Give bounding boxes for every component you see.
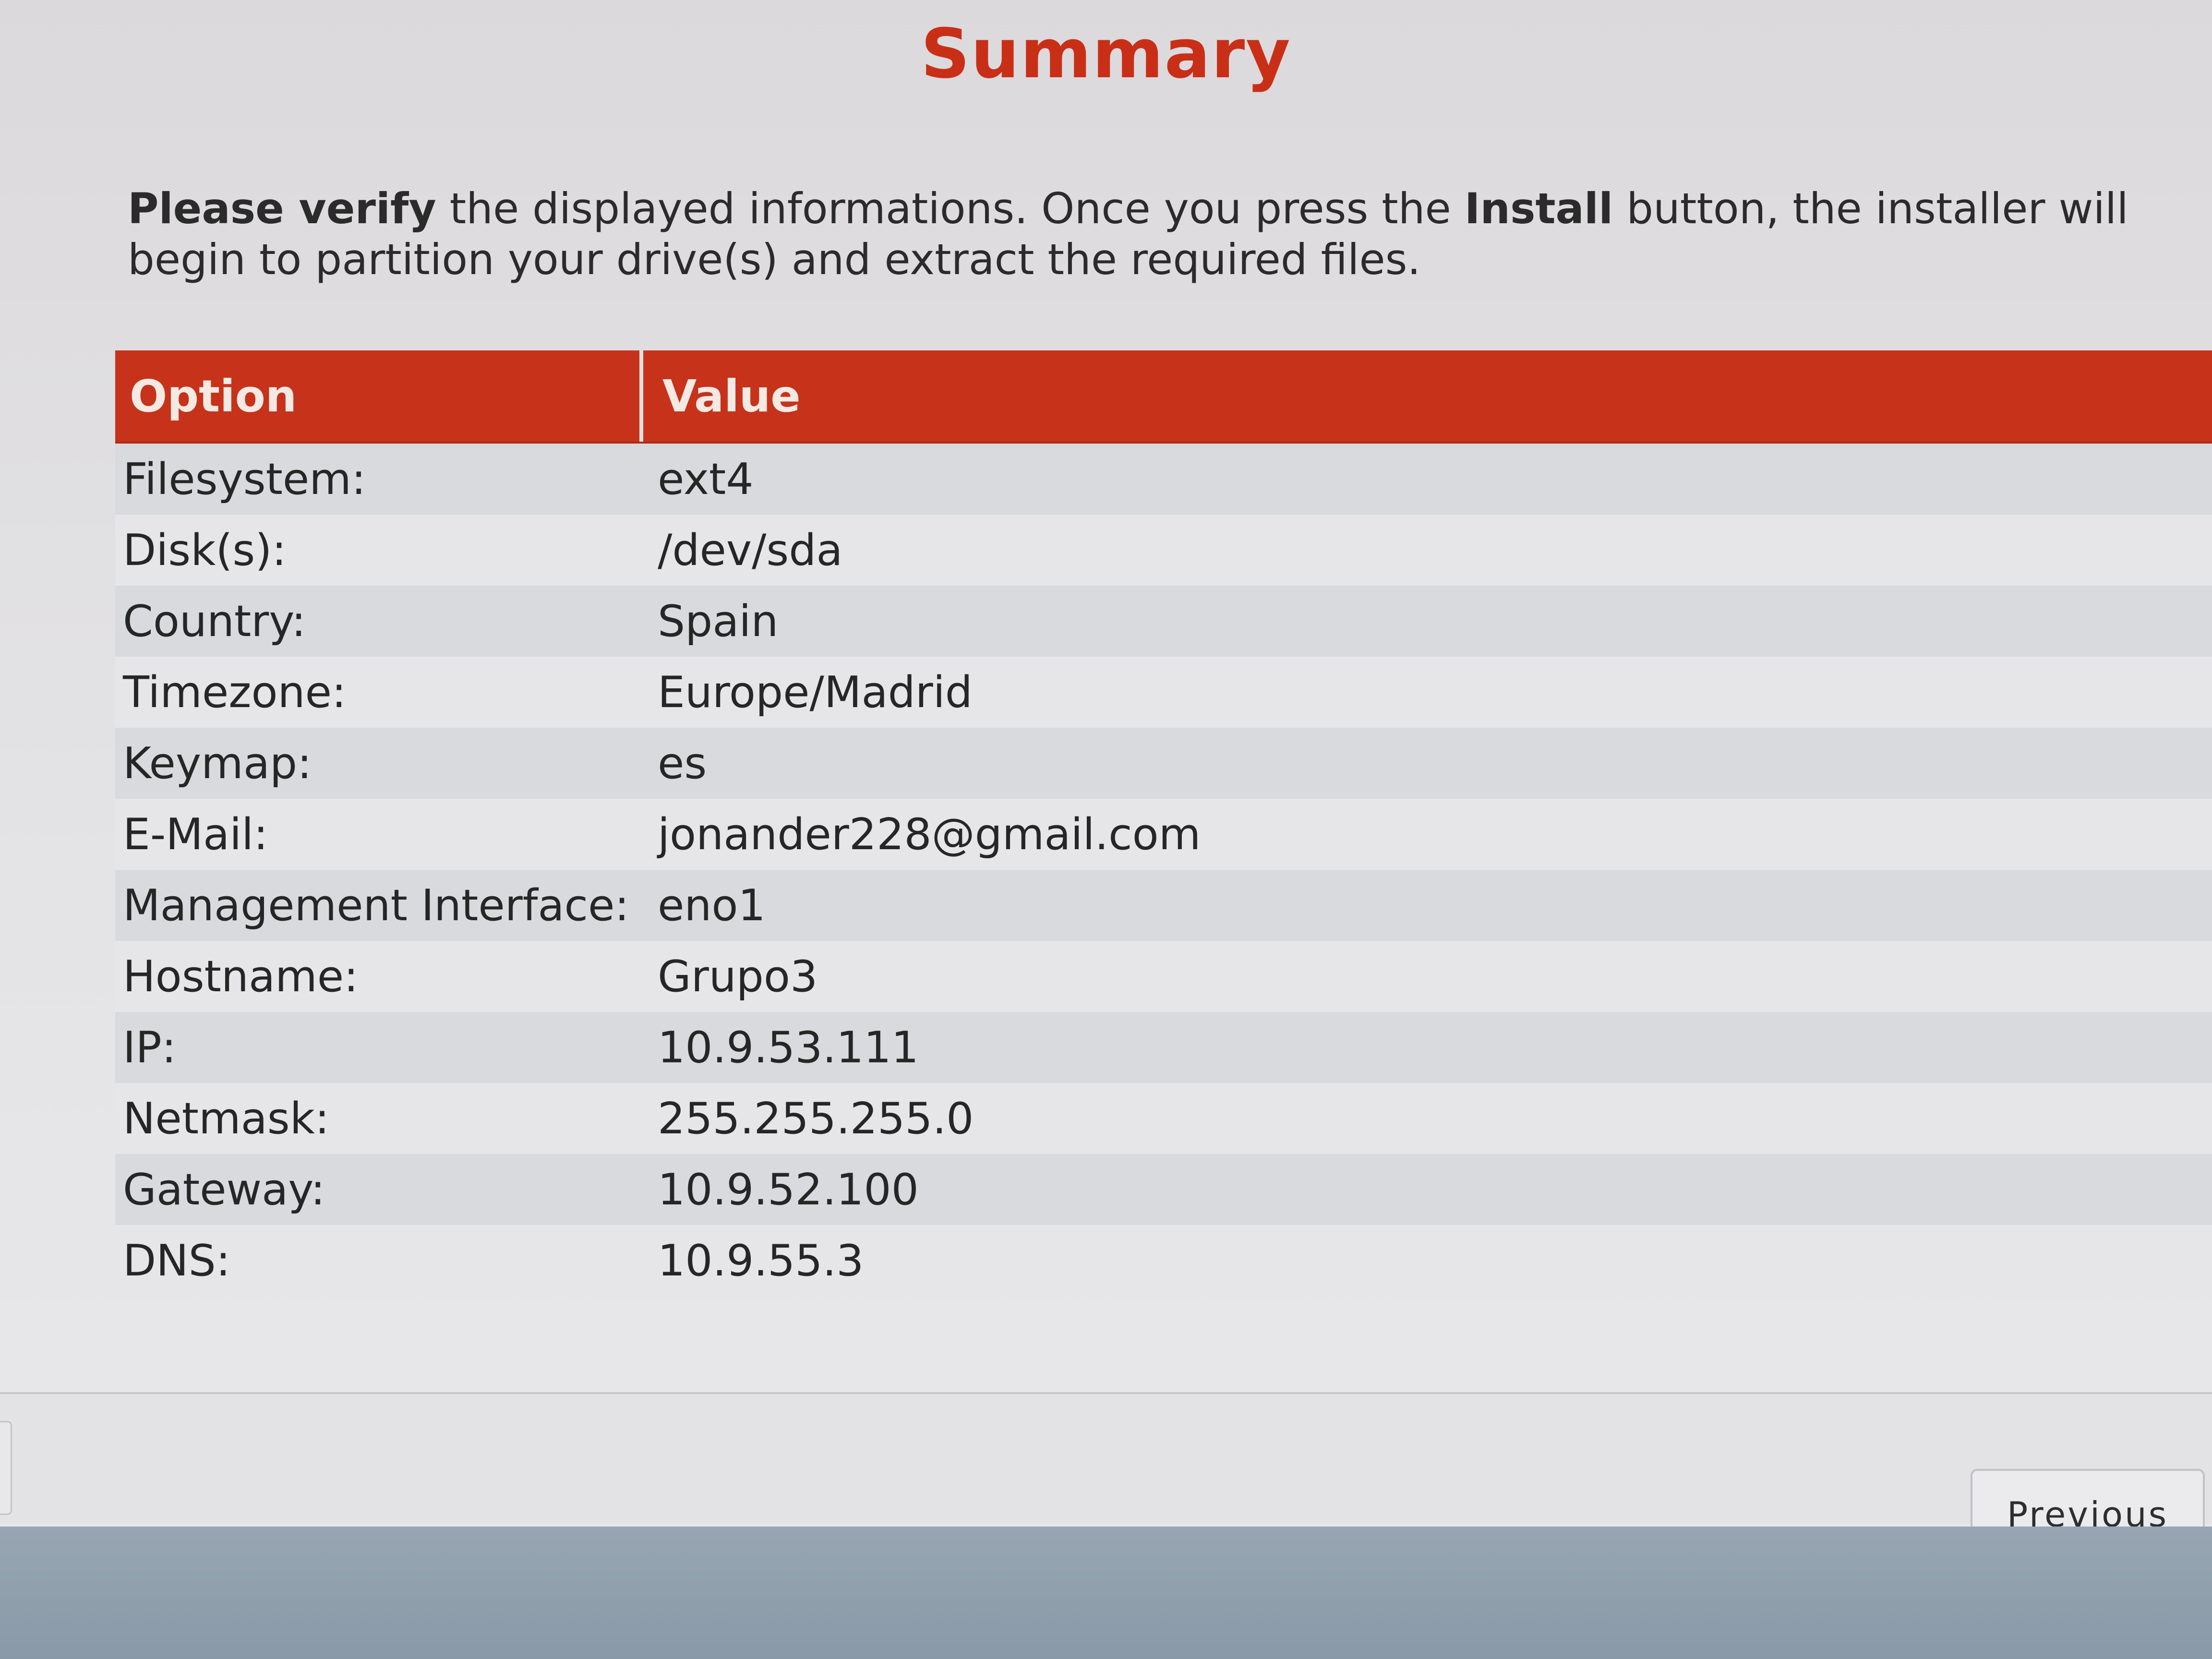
installer-screen: Summary Please verify the displayed info…: [0, 0, 2212, 1659]
intro-bold-verify: Please verify: [128, 184, 436, 233]
row-value: es: [658, 738, 707, 789]
table-row: DNS: 10.9.55.3: [115, 1225, 2212, 1296]
row-option: Country:: [123, 596, 306, 647]
table-row: Hostname: Grupo3: [115, 941, 2212, 1012]
intro-text-part1: the displayed informations. Once you pre…: [436, 184, 1465, 233]
header-option: Option: [115, 350, 643, 442]
row-option: Filesystem:: [123, 454, 366, 505]
row-option: Management Interface:: [123, 880, 629, 931]
row-value: /dev/sda: [658, 525, 843, 576]
row-option: IP:: [123, 1022, 177, 1073]
table-body: Filesystem: ext4 Disk(s): /dev/sda Count…: [115, 444, 2212, 1296]
row-option: Netmask:: [123, 1093, 330, 1144]
table-row: E-Mail: jonander228@gmail.com: [115, 799, 2212, 870]
table-row: Timezone: Europe/Madrid: [115, 657, 2212, 728]
row-value: ext4: [658, 454, 754, 505]
row-option: E-Mail:: [123, 809, 268, 860]
row-value: Grupo3: [658, 951, 818, 1002]
row-value: 10.9.55.3: [658, 1235, 864, 1286]
row-option: Hostname:: [123, 951, 359, 1002]
summary-table: Option Value Filesystem: ext4 Disk(s): /…: [115, 350, 2212, 1296]
row-option: Keymap:: [123, 738, 312, 789]
table-row: Netmask: 255.255.255.0: [115, 1083, 2212, 1154]
intro-bold-install: Install: [1464, 184, 1613, 233]
row-option: DNS:: [123, 1235, 231, 1286]
row-value: eno1: [658, 880, 766, 931]
row-value: 10.9.53.111: [658, 1022, 919, 1073]
table-row: Filesystem: ext4: [115, 444, 2212, 515]
header-value: Value: [662, 370, 801, 422]
table-row: Gateway: 10.9.52.100: [115, 1154, 2212, 1225]
row-option: Gateway:: [123, 1164, 325, 1215]
row-value: 10.9.52.100: [658, 1164, 919, 1215]
row-value: jonander228@gmail.com: [658, 809, 1201, 860]
table-row: Country: Spain: [115, 586, 2212, 657]
row-option: Disk(s):: [123, 525, 287, 576]
row-value: Spain: [658, 596, 779, 647]
intro-text: Please verify the displayed informations…: [128, 183, 2153, 285]
footer-bar: [0, 1394, 2212, 1524]
table-row: Management Interface: eno1: [115, 870, 2212, 941]
table-header: Option Value: [115, 350, 2212, 444]
table-row: IP: 10.9.53.111: [115, 1012, 2212, 1083]
table-row: Keymap: es: [115, 728, 2212, 799]
page-title: Summary: [921, 14, 1291, 94]
row-value: 255.255.255.0: [658, 1093, 974, 1144]
left-edge-handle: [0, 1421, 12, 1515]
row-value: Europe/Madrid: [658, 667, 973, 718]
desktop-bottom-bar: [0, 1527, 2212, 1659]
row-option: Timezone:: [123, 667, 347, 718]
table-row: Disk(s): /dev/sda: [115, 515, 2212, 586]
